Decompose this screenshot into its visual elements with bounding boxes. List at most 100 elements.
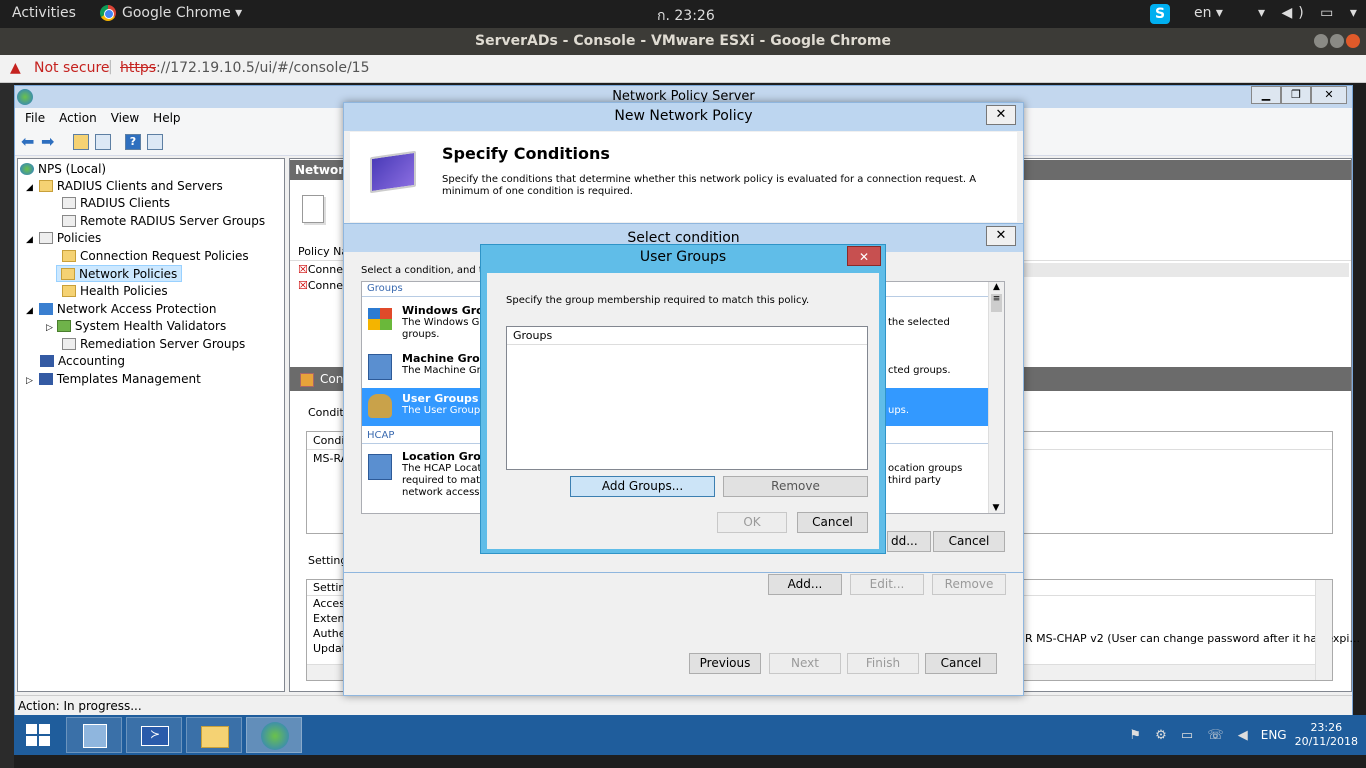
condition-cancel-button[interactable]: Cancel — [933, 531, 1005, 552]
wizard-description: Specify the conditions that determine wh… — [442, 174, 977, 197]
up-folder-icon[interactable] — [73, 134, 89, 150]
wizard-title-bar: New Network Policy — [344, 103, 1023, 131]
tree-label: Accounting — [58, 354, 126, 368]
select-condition-close-button[interactable]: ✕ — [986, 226, 1016, 246]
tree-item-remediation-server-groups[interactable]: Remediation Server Groups — [62, 336, 245, 353]
url-path: ://172.19.10.5/ui/#/console/15 — [156, 60, 370, 76]
settings-value: R MS-CHAP v2 (User can change password a… — [1025, 632, 1360, 645]
tree-item-radius-clients[interactable]: RADIUS Clients — [62, 195, 170, 212]
tree-item-system-health-validators[interactable]: ▷ System Health Validators — [46, 318, 226, 335]
folder-icon — [38, 180, 53, 192]
add-groups-button[interactable]: Add Groups... — [570, 476, 715, 497]
scroll-thumb[interactable]: ≡ — [991, 294, 1002, 312]
tree-label: Policies — [56, 231, 102, 245]
condition-add-button[interactable]: dd... — [887, 531, 931, 552]
powershell-taskbar[interactable]: ≻ — [126, 717, 182, 753]
tree-item-nps-local[interactable]: NPS (Local) — [20, 161, 106, 178]
tree-label: Remediation Server Groups — [80, 337, 246, 351]
policy-row[interactable]: ☒Conne — [298, 279, 343, 292]
clock[interactable]: ก. 23:26 — [657, 5, 715, 27]
minimize-icon[interactable] — [1314, 34, 1328, 48]
help-icon[interactable]: ? — [125, 134, 141, 150]
scroll-down-icon[interactable]: ▼ — [989, 503, 1003, 513]
user-groups-cancel-button[interactable]: Cancel — [797, 512, 868, 533]
app-menu[interactable]: Google Chrome ▾ — [100, 5, 242, 21]
condition-list-scrollbar[interactable]: ▲ ≡ ▼ — [988, 282, 1004, 513]
forward-icon[interactable]: ➡ — [41, 132, 54, 151]
tree-item-connection-request-policies[interactable]: Connection Request Policies — [62, 248, 249, 265]
nps-globe-icon — [20, 163, 34, 175]
skype-icon[interactable]: S — [1150, 4, 1170, 24]
user-group-icon — [368, 394, 392, 418]
wizard-close-button[interactable]: ✕ — [986, 105, 1016, 125]
tray-date: 20/11/2018 — [1294, 735, 1358, 748]
close-button[interactable]: ✕ — [1311, 86, 1347, 104]
system-menu[interactable]: ▾ ◀) ▭ ▾ — [1258, 5, 1363, 21]
edit-button[interactable]: Edit... — [850, 574, 924, 595]
minimize-button[interactable]: ▁ — [1251, 86, 1281, 104]
policy-row[interactable]: ☒Conne — [298, 263, 343, 276]
language-indicator[interactable]: en ▾ — [1194, 5, 1223, 21]
tree-item-remote-radius-server-groups[interactable]: Remote RADIUS Server Groups — [62, 213, 265, 230]
tree-item-network-policies[interactable]: Network Policies — [56, 265, 183, 282]
wizard-header: Specify Conditions Specify the condition… — [350, 132, 1017, 222]
location-group-icon — [368, 454, 392, 480]
start-icon[interactable] — [26, 724, 50, 746]
tree-item-network-access-protection[interactable]: ◢ Network Access Protection — [26, 301, 216, 318]
back-icon[interactable]: ⬅ — [21, 132, 34, 151]
status-bar: Action: In progress... — [15, 695, 1352, 715]
groups-list[interactable]: Groups — [506, 326, 868, 470]
restore-button[interactable]: ❐ — [1281, 86, 1311, 104]
properties-icon[interactable] — [147, 134, 163, 150]
tree-label: System Health Validators — [74, 319, 227, 333]
url-scheme: https — [120, 60, 157, 76]
previous-button[interactable]: Previous — [689, 653, 761, 674]
tree-item-accounting[interactable]: Accounting — [40, 353, 125, 370]
not-secure-label[interactable]: Not secure — [34, 60, 110, 76]
maximize-icon[interactable] — [1330, 34, 1344, 48]
tray-language[interactable]: ENG — [1261, 728, 1287, 742]
next-button[interactable]: Next — [769, 653, 841, 674]
system-tray: ⚑ ⚙ ▭ ☏ ◀ ENG 23:26 20/11/2018 — [1129, 721, 1358, 749]
window-controls — [1314, 34, 1360, 48]
user-groups-dialog: User Groups ✕ Specify the group membersh… — [480, 244, 886, 554]
scroll-up-icon[interactable]: ▲ — [989, 282, 1004, 292]
explorer-taskbar[interactable] — [186, 717, 242, 753]
tray-clock[interactable]: 23:26 20/11/2018 — [1295, 721, 1358, 749]
menu-help[interactable]: Help — [153, 111, 180, 125]
console-tree[interactable]: NPS (Local) ◢ RADIUS Clients and Servers … — [17, 158, 285, 692]
remove-group-button[interactable]: Remove — [723, 476, 868, 497]
activities-button[interactable]: Activities — [12, 5, 76, 21]
menu-view[interactable]: View — [111, 111, 139, 125]
show-hide-tree-icon[interactable] — [95, 134, 111, 150]
nps-taskbar[interactable] — [246, 717, 302, 753]
tree-item-policies[interactable]: ◢ Policies — [26, 230, 101, 247]
tree-item-radius-clients-servers[interactable]: ◢ RADIUS Clients and Servers — [26, 178, 223, 195]
windows-group-icon — [368, 308, 392, 330]
chrome-icon — [100, 5, 116, 21]
policy-document-icon — [302, 195, 324, 223]
vertical-scrollbar[interactable] — [1315, 580, 1332, 680]
wizard-heading: Specify Conditions — [442, 144, 610, 163]
cancel-button[interactable]: Cancel — [925, 653, 997, 674]
groups-column-header[interactable]: Groups — [507, 327, 867, 345]
url-text[interactable]: https://172.19.10.5/ui/#/console/15 — [120, 60, 369, 76]
tray-icons[interactable]: ⚑ ⚙ ▭ ☏ ◀ — [1129, 728, 1252, 743]
address-bar[interactable]: ▲ Not secure | https://172.19.10.5/ui/#/… — [0, 55, 1366, 83]
tree-item-health-policies[interactable]: Health Policies — [62, 283, 168, 300]
finish-button[interactable]: Finish — [847, 653, 919, 674]
remove-button[interactable]: Remove — [932, 574, 1006, 595]
add-button[interactable]: Add... — [768, 574, 842, 595]
tree-item-templates-management[interactable]: ▷ Templates Management — [26, 371, 201, 388]
ok-button[interactable]: OK — [717, 512, 787, 533]
tree-label: RADIUS Clients and Servers — [56, 179, 223, 193]
divider: | — [108, 59, 113, 75]
menu-action[interactable]: Action — [59, 111, 97, 125]
menu-file[interactable]: File — [25, 111, 45, 125]
user-groups-close-button[interactable]: ✕ — [847, 246, 881, 266]
windows-taskbar: ≻ ⚑ ⚙ ▭ ☏ ◀ ENG 23:26 20/11/2018 — [14, 715, 1366, 755]
policy-icon — [300, 373, 314, 387]
close-icon[interactable] — [1346, 34, 1360, 48]
server-manager-taskbar[interactable] — [66, 717, 122, 753]
folder-icon — [201, 726, 229, 748]
